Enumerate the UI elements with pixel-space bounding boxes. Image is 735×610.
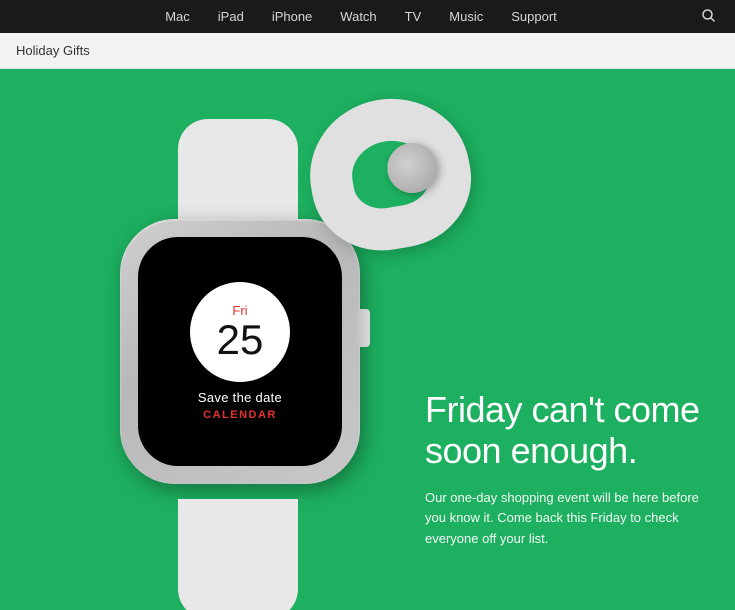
band-loop-button (383, 139, 441, 197)
nav-item-music[interactable]: Music (435, 0, 497, 33)
nav-link-watch[interactable]: Watch (326, 0, 390, 33)
watch-band-bottom (178, 499, 298, 610)
breadcrumb: Holiday Gifts (0, 33, 735, 69)
breadcrumb-label: Holiday Gifts (16, 43, 90, 58)
nav-item-support[interactable]: Support (497, 0, 571, 33)
hero-body-text: Our one-day shopping event will be here … (425, 488, 705, 550)
watch-crown (356, 309, 370, 347)
main-navigation: Mac iPad iPhone Watch TV Music Support (0, 0, 735, 33)
hero-section: Fri 25 Save the date CALENDAR Friday can… (0, 69, 735, 610)
nav-list: Mac iPad iPhone Watch TV Music Support (30, 0, 692, 33)
nav-item-mac[interactable]: Mac (151, 0, 204, 33)
watch-screen: Fri 25 Save the date CALENDAR (138, 237, 342, 466)
nav-item-watch[interactable]: Watch (326, 0, 390, 33)
nav-link-tv[interactable]: TV (391, 0, 436, 33)
nav-item-iphone[interactable]: iPhone (258, 0, 326, 33)
hero-headline: Friday can't come soon enough. (425, 389, 705, 472)
watch-band-loop (310, 99, 490, 259)
nav-item-tv[interactable]: TV (391, 0, 436, 33)
nav-link-ipad[interactable]: iPad (204, 0, 258, 33)
watch-tagline: Save the date (198, 390, 282, 405)
watch-app-label: CALENDAR (203, 409, 277, 421)
search-icon[interactable] (692, 9, 725, 25)
hero-text-block: Friday can't come soon enough. Our one-d… (425, 389, 705, 550)
watch-date: 25 (217, 319, 264, 361)
band-loop-shape (298, 86, 482, 262)
nav-link-support[interactable]: Support (497, 0, 571, 33)
nav-item-ipad[interactable]: iPad (204, 0, 258, 33)
nav-link-mac[interactable]: Mac (151, 0, 204, 33)
nav-link-iphone[interactable]: iPhone (258, 0, 326, 33)
calendar-circle: Fri 25 (190, 282, 290, 382)
nav-link-music[interactable]: Music (435, 0, 497, 33)
